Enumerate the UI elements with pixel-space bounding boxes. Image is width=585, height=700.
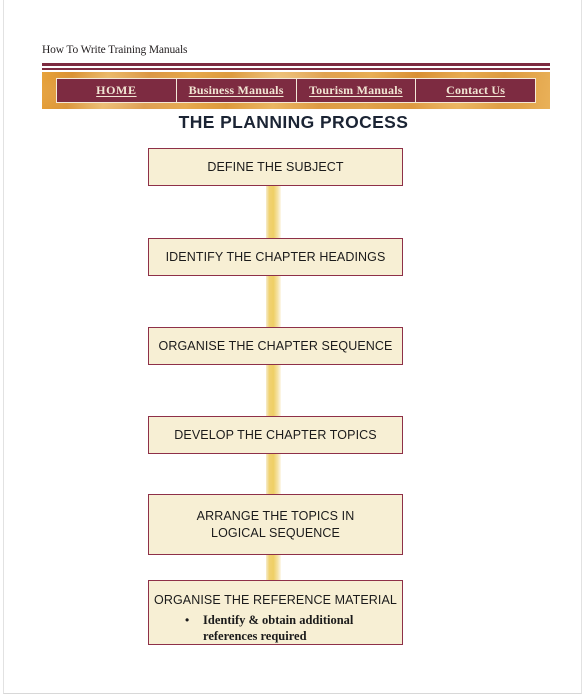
flow-node-line: DEVELOP THE CHAPTER TOPICS	[174, 427, 377, 442]
flow-node-arrange-the-topics-in-logical-sequence[interactable]: ARRANGE THE TOPICS IN LOGICAL SEQUENCE	[148, 494, 403, 555]
flow-node-organise-the-reference-material[interactable]: ORGANISE THE REFERENCE MATERIAL • Identi…	[148, 580, 403, 645]
flow-node-define-the-subject[interactable]: DEFINE THE SUBJECT	[148, 148, 403, 186]
nav-bar: HOME Business Manuals Tourism Manuals Co…	[56, 78, 536, 103]
document-page: How To Write Training Manuals HOME Busin…	[3, 0, 582, 694]
nav-item-home-label: HOME	[96, 83, 137, 97]
flow-node-identify-the-chapter-headings[interactable]: IDENTIFY THE CHAPTER HEADINGS	[148, 238, 403, 276]
flow-connector-4	[266, 452, 281, 496]
nav-item-business-manuals[interactable]: Business Manuals	[177, 79, 297, 102]
flow-node-line: DEFINE THE SUBJECT	[207, 159, 344, 174]
flow-connector-5	[266, 553, 281, 582]
flow-node-bullet-line: Identify & obtain additional	[203, 613, 354, 627]
nav-item-home[interactable]: HOME	[57, 79, 177, 102]
flow-node-line: LOGICAL SEQUENCE	[211, 525, 340, 540]
flow-node-bullet-item: • Identify & obtain additional reference…	[149, 612, 402, 644]
nav-item-tourism-manuals[interactable]: Tourism Manuals	[297, 79, 417, 102]
flow-node-line: ARRANGE THE TOPICS IN	[196, 508, 355, 523]
nav-item-business-manuals-label: Business Manuals	[188, 83, 284, 97]
flow-node-bullet-line: references required	[203, 629, 307, 643]
flow-connector-1	[266, 184, 281, 240]
nav-item-contact-us-label: Contact Us	[446, 83, 506, 97]
bullet-dot-icon: •	[185, 613, 190, 627]
flow-node-line: IDENTIFY THE CHAPTER HEADINGS	[165, 249, 386, 264]
flow-connector-3	[266, 363, 281, 418]
nav-item-tourism-manuals-label: Tourism Manuals	[309, 83, 403, 97]
flow-node-organise-the-chapter-sequence[interactable]: ORGANISE THE CHAPTER SEQUENCE	[148, 327, 403, 365]
nav-item-contact-us[interactable]: Contact Us	[416, 79, 535, 102]
flow-node-develop-the-chapter-topics[interactable]: DEVELOP THE CHAPTER TOPICS	[148, 416, 403, 454]
flow-node-line: ORGANISE THE REFERENCE MATERIAL	[154, 593, 397, 607]
planning-process-flowchart: DEFINE THE SUBJECT IDENTIFY THE CHAPTER …	[4, 0, 583, 694]
flow-node-line: ORGANISE THE CHAPTER SEQUENCE	[158, 338, 393, 353]
flow-connector-2	[266, 274, 281, 329]
